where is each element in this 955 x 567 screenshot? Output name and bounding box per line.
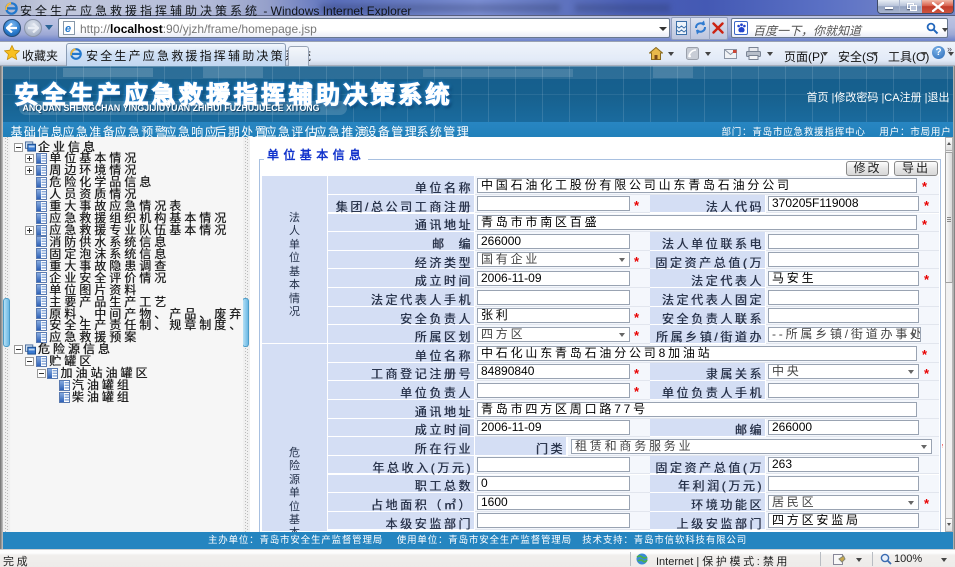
svg-text:e: e	[65, 23, 71, 35]
